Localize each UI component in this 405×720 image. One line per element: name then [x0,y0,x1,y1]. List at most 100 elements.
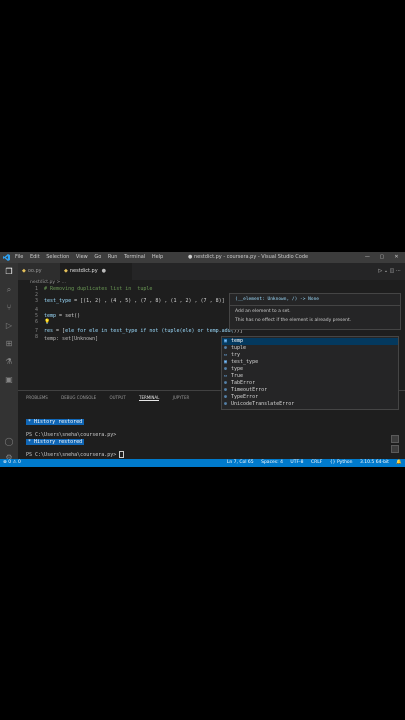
suggestion-item[interactable]: ▣ test_type [222,359,398,366]
activity-bar: ❐ ⌕ ⑂ ▷ ⊞ ⚗ ▣ ◯ ⚙ [0,263,18,462]
suggestion-label: UnicodeTranslateError [231,401,295,407]
title-bar: File Edit Selection View Go Run Terminal… [0,252,405,263]
window-controls: — ▢ ✕ [361,252,403,263]
more-actions-icon[interactable]: ⋯ [396,268,401,274]
suggestion-item[interactable]: ⊕ TypeError [222,394,398,401]
suggestion-widget: ▣ temp ⊕ tuple ▭ try ▣ test_type ⊕ type ▭ True… [221,336,399,410]
window-title: ● nestdict.py - coursera.py - Visual Stu… [188,254,309,260]
tab-output[interactable]: OUTPUT [109,395,125,400]
menu-view[interactable]: View [76,254,88,260]
remote-explorer-icon[interactable]: ▣ [4,375,14,385]
class-icon: ⊕ [224,345,228,351]
extensions-icon[interactable]: ⊞ [4,339,14,349]
menu-go[interactable]: Go [94,254,101,260]
python-file-icon: ◆ [22,268,26,274]
encoding[interactable]: UTF-8 [290,460,303,465]
suggestion-label: True [231,373,244,379]
close-window-button[interactable]: ✕ [390,252,403,263]
keyword-icon: ▭ [224,373,228,379]
suggestion-label: TimeoutError [231,387,268,393]
class-icon: ⊕ [224,380,228,386]
keyword-icon: ▭ [224,352,228,358]
lightbulb-icon[interactable]: 💡 [44,319,50,325]
method-signature: (__element: Unknown, /) -> None [235,297,319,302]
prompt-text: PS C:\Users\sneha\coursera.py> [26,452,120,458]
explorer-icon[interactable]: ❐ [4,267,14,277]
search-icon[interactable]: ⌕ [4,285,14,295]
code-token: ele for ele in test_type if not (tuple(e… [65,328,234,334]
source-control-icon[interactable]: ⑂ [4,303,14,313]
suggestion-label: TypeError [231,394,259,400]
chevron-down-icon[interactable]: ⌄ [384,268,388,274]
language-mode[interactable]: {} Python [330,460,353,465]
code-token: = set() [56,313,81,319]
class-icon: ⊕ [224,387,228,393]
hover-tooltip: (__element: Unknown, /) -> None Add an e… [229,293,401,330]
line-number: 3 [34,298,38,304]
tab-label: oo.py [27,268,42,274]
account-icon[interactable]: ◯ [4,437,14,447]
tab-jupyter[interactable]: JUPYTER [173,395,190,400]
problems-status[interactable]: ⊗ 0 ⚠ 0 [3,459,21,467]
menu-edit[interactable]: Edit [30,254,40,260]
suggestion-item[interactable]: ▭ True [222,373,398,380]
history-restored-badge: * History restored [26,419,85,425]
minimize-button[interactable]: — [361,252,374,263]
cursor-position[interactable]: Ln 7, Col 65 [227,460,254,465]
run-file-icon[interactable]: ▷ [378,268,382,274]
class-icon: ⊕ [224,394,228,400]
suggestion-label: TabError [231,380,256,386]
suggestion-label: temp [231,338,244,344]
hover-description: Add an element to a set. [235,309,291,314]
suggestion-item[interactable]: ⊕ type [222,366,398,373]
suggestion-label: test_type [231,359,259,365]
menu-selection[interactable]: Selection [46,254,69,260]
bell-icon[interactable]: 🔔 [396,460,402,465]
tab-terminal[interactable]: TERMINAL [139,395,160,401]
suggestion-label: tuple [231,345,247,351]
suggestion-label: type [231,366,244,372]
vscode-logo-icon [3,254,10,261]
suggestion-item[interactable]: ⊕ tuple [222,345,398,352]
status-right: Ln 7, Col 65 Spaces: 4 UTF-8 CRLF {} Pyt… [221,459,402,467]
line-ending[interactable]: CRLF [311,460,322,465]
tab-nestdict-py[interactable]: ◆ nestdict.py ● [60,263,132,280]
python-interpreter[interactable]: 3.10.5 64-bit [360,460,389,465]
code-token: test_type [44,298,72,304]
indentation[interactable]: Spaces: 4 [261,460,283,465]
menu-run[interactable]: Run [108,254,118,260]
history-text: History restored [34,419,83,425]
testing-icon[interactable]: ⚗ [4,357,14,367]
tab-problems[interactable]: PROBLEMS [26,395,48,400]
suggestion-label: try [231,352,241,358]
suggestion-item[interactable]: ⊕ TimeoutError [222,387,398,394]
suggestion-item[interactable]: ▣ temp [222,338,398,345]
python-file-icon: ◆ [64,268,68,274]
code-token: = [ [53,328,66,334]
terminal-powershell-icon[interactable] [391,445,399,453]
run-debug-icon[interactable]: ▷ [4,321,14,331]
menu-terminal[interactable]: Terminal [124,254,145,260]
tab-debug-console[interactable]: DEBUG CONSOLE [61,395,96,400]
tab-label: nestdict.py [69,268,98,274]
suggestion-item[interactable]: ▭ try [222,352,398,359]
menu-bar: File Edit Selection View Go Run Terminal… [15,252,168,263]
unsaved-dot-icon[interactable]: ● [102,268,106,274]
terminal-prompt[interactable]: PS C:\Users\sneha\coursera.py> [26,451,125,458]
suggestion-item[interactable]: ⊕ UnicodeTranslateError [222,401,398,408]
maximize-button[interactable]: ▢ [375,252,388,263]
editor-actions: ▷ ⌄ ◫ ⋯ [378,263,401,280]
split-editor-icon[interactable]: ◫ [390,268,395,274]
suggestion-item[interactable]: ⊕ TabError [222,380,398,387]
divider [230,305,400,306]
code-token: res [44,328,54,334]
terminal-prompt[interactable]: PS C:\Users\sneha\coursera.py> [26,432,116,438]
history-text: History restored [34,439,83,445]
menu-file[interactable]: File [15,254,23,260]
status-bar: ⊗ 0 ⚠ 0 Ln 7, Col 65 Spaces: 4 UTF-8 CRL… [0,459,405,467]
inline-type-hint: temp: set[Unknown] [44,336,99,342]
tab-oo-py[interactable]: ◆ oo.py [18,263,64,280]
menu-help[interactable]: Help [152,254,163,260]
variable-icon: ▣ [224,338,228,344]
terminal-powershell-icon[interactable] [391,435,399,443]
